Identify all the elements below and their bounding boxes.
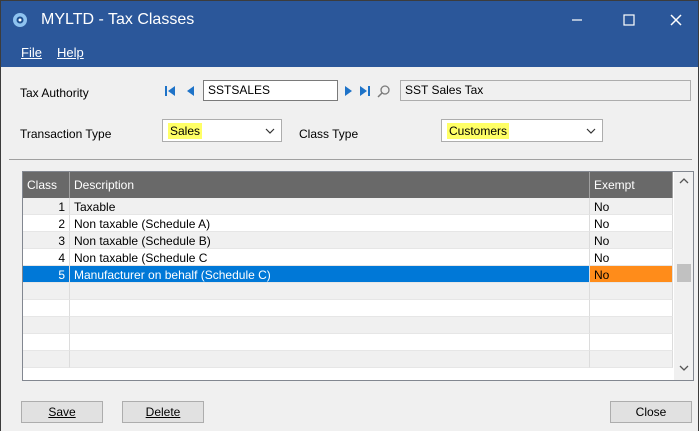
table-row[interactable]: 3 Non taxable (Schedule B) No — [23, 232, 673, 249]
column-header-description[interactable]: Description — [70, 172, 590, 198]
previous-record-icon[interactable] — [186, 84, 196, 98]
chevron-down-icon — [265, 128, 275, 134]
transaction-type-label: Transaction Type — [20, 127, 112, 141]
table-row[interactable]: 2 Non taxable (Schedule A) No — [23, 215, 673, 232]
maximize-button[interactable] — [606, 1, 651, 39]
class-cell[interactable]: 2 — [23, 215, 70, 232]
close-icon — [669, 14, 682, 26]
table-row-selected[interactable]: 5 Manufacturer on behalf (Schedule C) No — [23, 266, 673, 283]
delete-button[interactable]: Delete — [122, 401, 204, 423]
delete-button-label: Delete — [145, 405, 181, 419]
description-cell[interactable]: Non taxable (Schedule C — [70, 249, 590, 266]
chevron-up-icon[interactable] — [679, 176, 689, 186]
description-cell[interactable]: Non taxable (Schedule B) — [70, 232, 590, 249]
table-row[interactable]: 1 Taxable No — [23, 198, 673, 215]
minimize-button[interactable] — [554, 1, 599, 39]
window-title: MYLTD - Tax Classes — [41, 11, 195, 28]
empty-row[interactable] — [23, 300, 673, 317]
exempt-cell[interactable]: No — [590, 249, 673, 266]
last-record-icon[interactable] — [359, 84, 371, 98]
tax-authority-description: SST Sales Tax — [400, 80, 691, 101]
first-record-icon[interactable] — [164, 84, 176, 98]
close-button[interactable]: Close — [610, 401, 692, 423]
title-bar[interactable]: MYLTD - Tax Classes — [1, 1, 698, 39]
class-cell[interactable]: 5 — [23, 266, 70, 283]
class-cell[interactable]: 4 — [23, 249, 70, 266]
menu-file[interactable]: File — [21, 45, 42, 60]
tax-classes-window: MYLTD - Tax Classes File Help Tax Author… — [0, 0, 699, 431]
description-cell[interactable]: Taxable — [70, 198, 590, 215]
tax-classes-grid[interactable]: Class Description Exempt 1 Taxable No 2 … — [22, 171, 694, 381]
tax-authority-input[interactable]: SSTSALES — [203, 80, 338, 101]
empty-row[interactable] — [23, 283, 673, 300]
class-type-label: Class Type — [299, 127, 359, 141]
class-type-select[interactable]: Customers — [441, 119, 603, 142]
menu-help[interactable]: Help — [57, 45, 84, 60]
empty-row[interactable] — [23, 351, 673, 368]
menu-bar: File Help — [1, 39, 698, 67]
next-record-icon[interactable] — [343, 84, 353, 98]
exempt-cell[interactable]: No — [590, 198, 673, 215]
maximize-icon — [622, 14, 635, 26]
minimize-icon — [571, 19, 582, 21]
empty-row[interactable] — [23, 317, 673, 334]
class-type-value: Customers — [447, 123, 510, 139]
transaction-type-select[interactable]: Sales — [162, 119, 282, 142]
grid-header: Class Description Exempt — [23, 172, 673, 198]
class-cell[interactable]: 1 — [23, 198, 70, 215]
exempt-cell[interactable]: No — [590, 266, 673, 283]
table-row[interactable]: 4 Non taxable (Schedule C No — [23, 249, 673, 266]
column-header-class[interactable]: Class — [23, 172, 70, 198]
description-cell[interactable]: Non taxable (Schedule A) — [70, 215, 590, 232]
column-header-exempt[interactable]: Exempt — [590, 172, 673, 198]
chevron-down-icon — [586, 128, 596, 134]
finder-search-icon[interactable] — [377, 84, 391, 98]
vertical-scrollbar[interactable] — [674, 172, 693, 380]
scrollbar-thumb[interactable] — [677, 264, 691, 282]
close-button-label: Close — [635, 405, 667, 419]
exempt-cell[interactable]: No — [590, 215, 673, 232]
empty-row[interactable] — [23, 334, 673, 351]
chevron-down-icon[interactable] — [679, 363, 689, 373]
tax-authority-label: Tax Authority — [20, 86, 89, 100]
transaction-type-value: Sales — [168, 123, 203, 139]
save-button-label: Save — [48, 405, 76, 419]
close-window-button[interactable] — [653, 1, 698, 39]
description-cell[interactable]: Manufacturer on behalf (Schedule C) — [70, 266, 590, 283]
section-divider — [9, 159, 692, 160]
exempt-cell[interactable]: No — [590, 232, 673, 249]
app-gear-icon — [13, 13, 27, 27]
class-cell[interactable]: 3 — [23, 232, 70, 249]
save-button[interactable]: Save — [21, 401, 103, 423]
